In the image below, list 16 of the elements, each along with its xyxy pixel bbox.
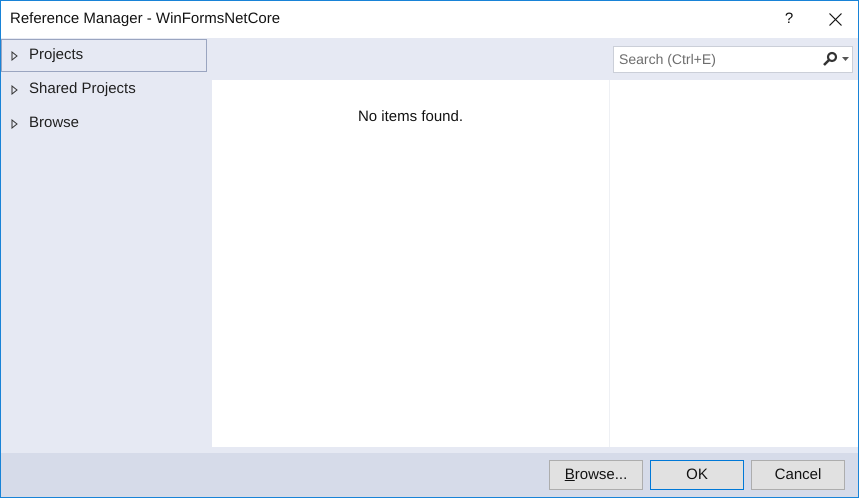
sidebar-item[interactable]: Shared Projects	[1, 73, 212, 106]
help-button[interactable]: ?	[766, 1, 812, 38]
dropdown-caret-icon[interactable]	[842, 56, 849, 60]
search-field[interactable]: Search (Ctrl+E)	[613, 46, 853, 72]
dialog-button[interactable]: Cancel	[751, 460, 845, 490]
expand-arrow-icon[interactable]	[11, 118, 18, 128]
sidebar-item[interactable]: Projects	[1, 39, 207, 72]
dialog-button[interactable]: Browse...	[549, 460, 643, 490]
dialog-button[interactable]: OK	[650, 460, 744, 490]
empty-message: No items found.	[358, 107, 464, 127]
search-icon	[822, 50, 838, 66]
sidebar-item[interactable]: Browse	[1, 107, 212, 140]
expand-arrow-icon[interactable]	[11, 50, 18, 60]
window-title: Reference Manager - WinFormsNetCore	[10, 9, 282, 30]
expand-arrow-icon[interactable]	[11, 84, 18, 94]
close-icon	[828, 13, 842, 26]
